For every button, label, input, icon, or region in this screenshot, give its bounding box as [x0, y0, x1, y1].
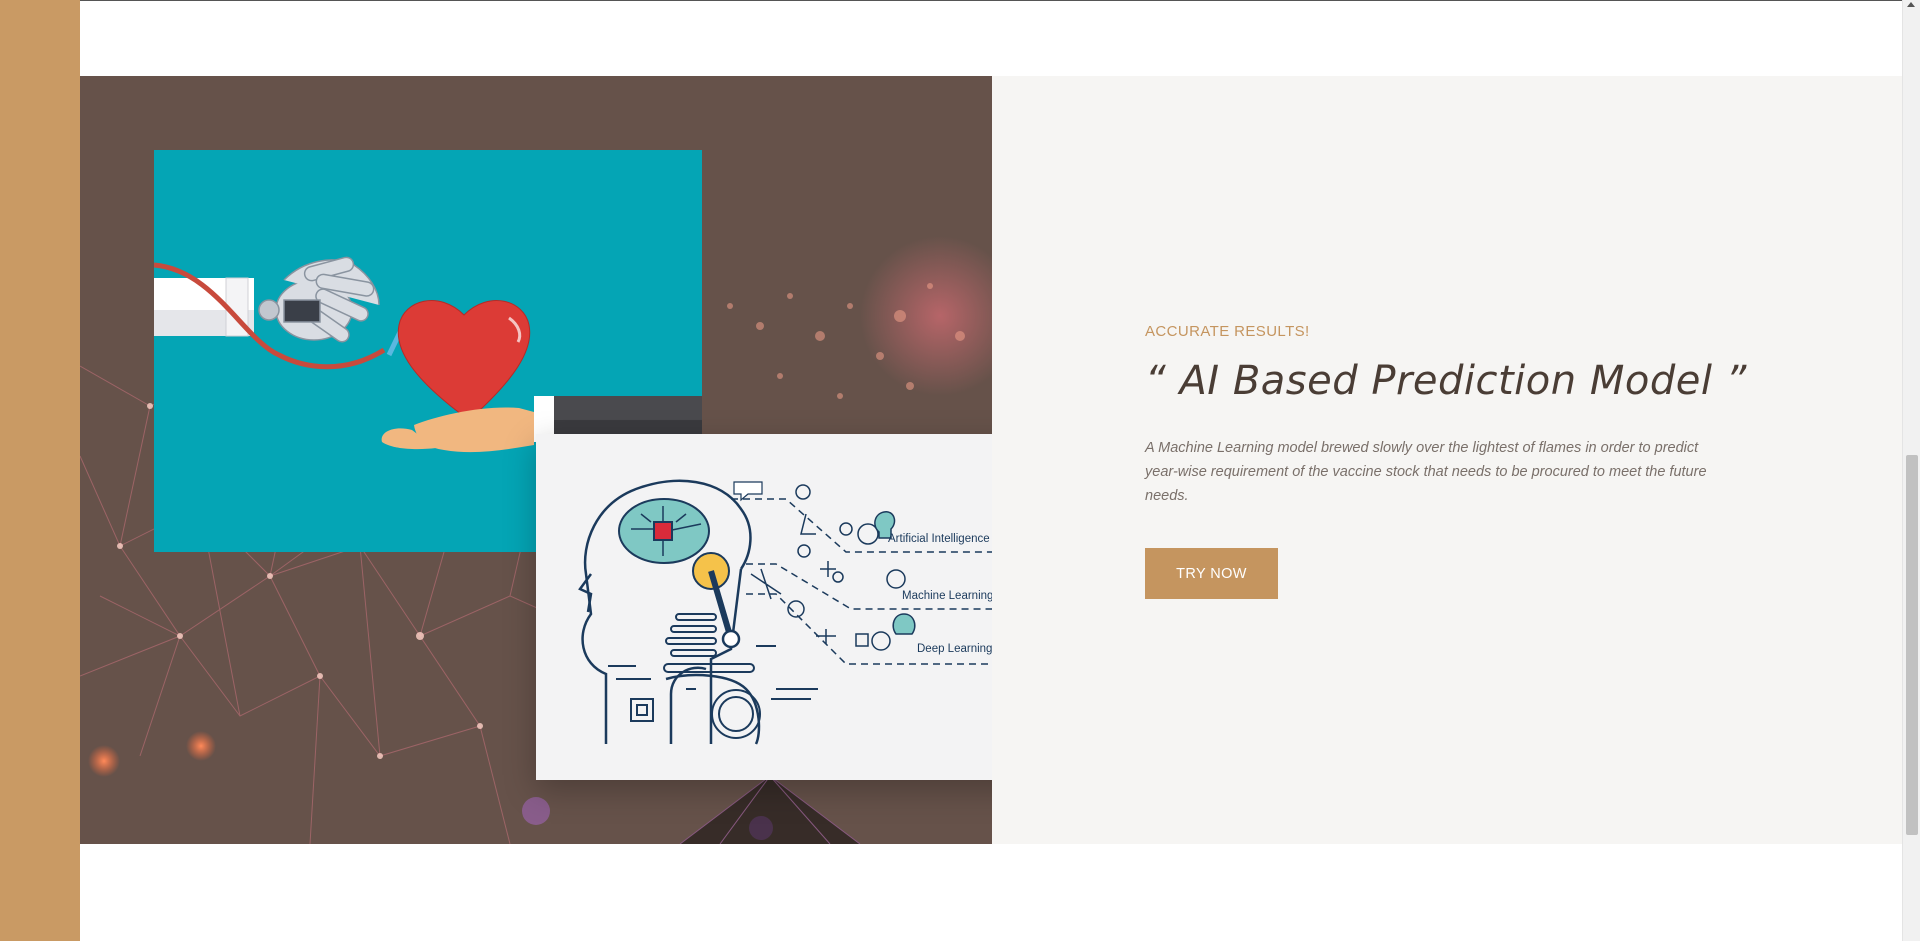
- scrollbar-thumb[interactable]: [1906, 455, 1918, 835]
- label-artificial-intelligence: Artificial Intelligence: [888, 533, 990, 545]
- label-machine-learning: Machine Learning: [902, 590, 992, 602]
- ai-illustration-card: Artificial Intelligence Machine Learning…: [536, 434, 992, 780]
- chip-icon: [653, 521, 673, 541]
- page-scrollbar[interactable]: [1902, 0, 1920, 941]
- section-headline: “ AI Based Prediction Model ”: [1145, 358, 1747, 404]
- left-accent-bar: [0, 0, 80, 941]
- scroll-up-arrow-icon[interactable]: [1907, 2, 1915, 7]
- label-deep-learning: Deep Learning: [917, 643, 992, 655]
- try-now-button[interactable]: TRY NOW: [1145, 548, 1278, 599]
- image-panel: Artificial Intelligence Machine Learning…: [80, 76, 992, 844]
- top-border-line: [0, 0, 1902, 1]
- small-icons: [750, 484, 906, 651]
- section-description: A Machine Learning model brewed slowly o…: [1145, 440, 1707, 504]
- section-eyebrow: ACCURATE RESULTS!: [1145, 323, 1310, 340]
- robot-hand-icon: [258, 256, 380, 343]
